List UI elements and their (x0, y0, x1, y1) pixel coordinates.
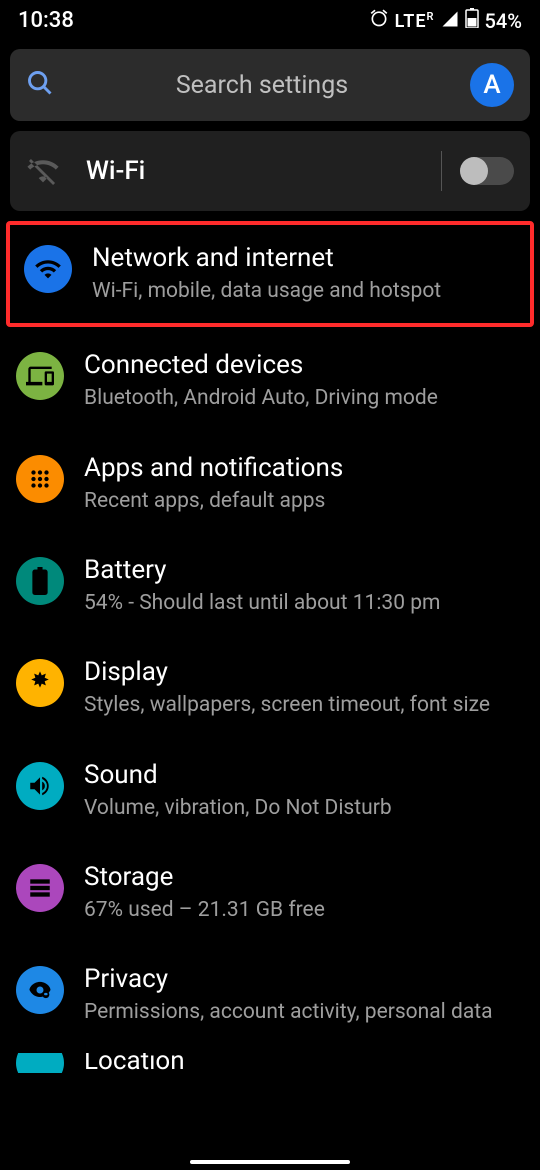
wifi-label: Wi-Fi (86, 156, 441, 186)
devices-icon (16, 352, 64, 400)
status-time: 10:38 (18, 8, 74, 33)
wifi-quick-card[interactable]: Wi-Fi (10, 131, 530, 211)
storage-icon (16, 864, 64, 912)
search-placeholder: Search settings (72, 71, 452, 100)
setting-title: Connected devices (84, 350, 524, 380)
setting-title: Apps and notifications (84, 453, 524, 483)
search-card[interactable]: Search settings A (10, 49, 530, 121)
setting-location[interactable]: Location (0, 1053, 540, 1073)
setting-privacy[interactable]: Privacy Permissions, account activity, p… (0, 944, 540, 1046)
setting-title: Display (84, 657, 524, 687)
wifi-icon (24, 245, 72, 293)
divider (441, 151, 442, 191)
status-right: LTER 54% (369, 8, 522, 33)
battery-icon (465, 8, 479, 33)
nav-gesture-bar[interactable] (190, 1160, 350, 1164)
setting-display[interactable]: Display Styles, wallpapers, screen timeo… (0, 637, 540, 739)
setting-storage[interactable]: Storage 67% used – 21.31 GB free (0, 842, 540, 944)
setting-title: Network and internet (92, 243, 516, 273)
avatar-letter: A (483, 70, 500, 100)
setting-subtitle: Recent apps, default apps (84, 487, 524, 515)
avatar[interactable]: A (470, 63, 514, 107)
location-icon (16, 1053, 64, 1073)
setting-title: Location (84, 1053, 524, 1073)
setting-subtitle: Bluetooth, Android Auto, Driving mode (84, 384, 524, 412)
search-icon (26, 69, 54, 101)
setting-sound[interactable]: Sound Volume, vibration, Do Not Disturb (0, 740, 540, 842)
setting-title: Sound (84, 760, 524, 790)
status-bar: 10:38 LTER 54% (0, 0, 540, 37)
wifi-toggle[interactable] (460, 157, 514, 185)
setting-subtitle: Permissions, account activity, personal … (84, 998, 524, 1026)
alarm-icon (369, 8, 389, 33)
highlight-box: Network and internet Wi-Fi, mobile, data… (6, 221, 534, 327)
setting-subtitle: 54% - Should last until about 11:30 pm (84, 589, 524, 617)
display-icon (16, 659, 64, 707)
toggle-knob (460, 157, 488, 185)
setting-subtitle: 67% used – 21.31 GB free (84, 896, 524, 924)
battery-percentage: 54% (485, 9, 522, 33)
sound-icon (16, 762, 64, 810)
network-type: LTER (395, 10, 435, 32)
setting-apps-notifications[interactable]: Apps and notifications Recent apps, defa… (0, 433, 540, 535)
setting-subtitle: Volume, vibration, Do Not Disturb (84, 794, 524, 822)
apps-icon (16, 455, 64, 503)
setting-battery[interactable]: Battery 54% - Should last until about 11… (0, 535, 540, 637)
setting-title: Storage (84, 862, 524, 892)
signal-icon (441, 9, 459, 33)
setting-subtitle: Styles, wallpapers, screen timeout, font… (84, 691, 524, 719)
setting-title: Privacy (84, 964, 524, 994)
setting-subtitle: Wi-Fi, mobile, data usage and hotspot (92, 277, 516, 305)
wifi-off-icon (26, 154, 86, 188)
setting-network-internet[interactable]: Network and internet Wi-Fi, mobile, data… (14, 229, 526, 319)
setting-connected-devices[interactable]: Connected devices Bluetooth, Android Aut… (0, 330, 540, 432)
privacy-icon (16, 966, 64, 1014)
battery-icon (16, 557, 64, 605)
setting-title: Battery (84, 555, 524, 585)
